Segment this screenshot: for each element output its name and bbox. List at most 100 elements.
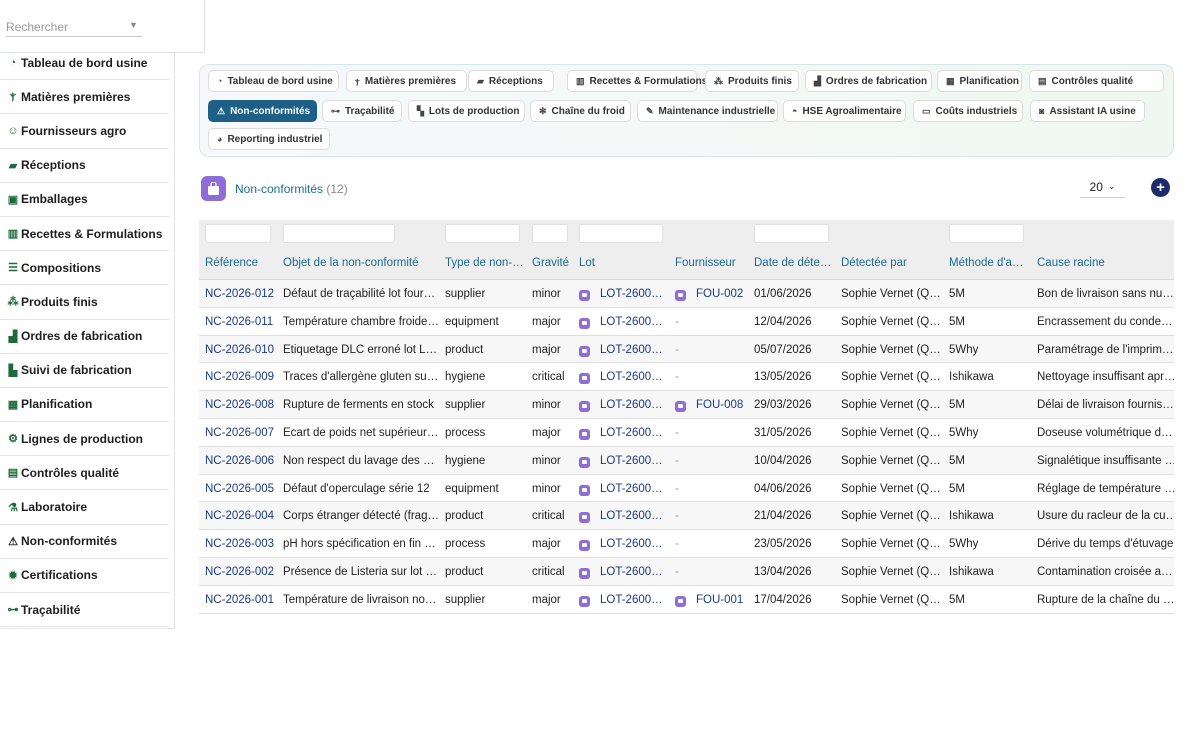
cell-lot[interactable]: LOT-260002 — [600, 566, 663, 578]
sidebar-item-laboratoire[interactable]: ⚗ Laboratoire — [0, 490, 169, 525]
tab-lots-de-production[interactable]: ▚ Lots de production — [408, 100, 525, 122]
tab-produits-finis[interactable]: ⁂ Produits finis — [705, 70, 799, 92]
cell-par: Sophie Vernet (QC) — [841, 315, 941, 328]
sidebar-item-receptions[interactable]: ▰ Réceptions — [0, 149, 169, 183]
cell-lot[interactable]: LOT-260006 — [600, 483, 663, 495]
tab-planification[interactable]: ▦ Planification — [937, 70, 1022, 92]
tab-controles-qualite[interactable]: ▤ Contrôles qualité — [1029, 70, 1164, 92]
tab-couts-industriels[interactable]: ▭ Coûts industriels — [913, 100, 1023, 122]
table-row[interactable]: NC-2026-010 Étiquetage DLC erroné lot LOT… — [199, 335, 1174, 364]
add-record-button[interactable]: + — [1151, 178, 1170, 197]
table-row[interactable]: NC-2026-003 pH hors spécification en fin … — [199, 530, 1174, 558]
tab-assistant-ia-usine[interactable]: ◙ Assistant IA usine — [1030, 100, 1145, 122]
column-filter-input[interactable] — [532, 224, 568, 243]
column-header[interactable]: Date de détection — [754, 257, 834, 269]
cell-ref[interactable]: NC-2026-008 — [205, 399, 275, 411]
search-input[interactable] — [6, 18, 142, 37]
cell-ref[interactable]: NC-2026-005 — [205, 483, 275, 495]
table-row[interactable]: NC-2026-002 Présence de Listeria sur lot … — [199, 558, 1174, 586]
cell-type: hygiene — [445, 371, 486, 384]
tab-tableau-de-bord-usine[interactable]: ◔ Tableau de bord usine — [208, 70, 339, 92]
cell-ref[interactable]: NC-2026-011 — [205, 316, 275, 328]
table-row[interactable]: NC-2026-001 Température de livraison non … — [199, 586, 1174, 614]
tab-non-conformites[interactable]: ⚠ Non-conformités — [208, 100, 317, 122]
tab-label: Chaîne du froid — [551, 105, 625, 117]
cell-lot[interactable]: LOT-260011 — [600, 344, 663, 356]
cell-ref[interactable]: NC-2026-003 — [205, 538, 275, 550]
column-filter-input[interactable] — [949, 224, 1024, 243]
sidebar-item-recettes-formulations[interactable]: ▥ Recettes & Formulations — [0, 217, 169, 252]
column-header[interactable]: Fournisseur — [675, 257, 747, 269]
page-size-select[interactable]: 20 ⌄ — [1080, 176, 1125, 198]
cell-ref[interactable]: NC-2026-007 — [205, 427, 275, 439]
cell-fournisseur[interactable]: FOU-008 — [696, 399, 747, 411]
tab-chaine-du-froid[interactable]: ✻ Chaîne du froid — [530, 100, 631, 122]
table-row[interactable]: NC-2026-005 Défaut d'operculage série 12 e… — [199, 475, 1174, 503]
cell-lot[interactable]: LOT-260005 — [600, 510, 663, 522]
tab-matieres-premieres[interactable]: ⲯ Matières premières — [346, 70, 467, 92]
table-row[interactable]: NC-2026-012 Défaut de traçabilité lot fou… — [199, 280, 1174, 308]
cell-ref[interactable]: NC-2026-009 — [205, 371, 275, 383]
cell-lot[interactable]: LOT-260009 — [600, 399, 663, 411]
cell-ref[interactable]: NC-2026-004 — [205, 510, 275, 522]
table-row[interactable]: NC-2026-007 Écart de poids net supérieur … — [199, 419, 1174, 447]
tab-label: Ordres de fabrication — [825, 75, 928, 87]
sidebar-item-matieres-premieres[interactable]: ⲯ Matières premières — [0, 80, 169, 115]
cell-ref[interactable]: NC-2026-002 — [205, 566, 275, 578]
column-header[interactable]: Gravité — [532, 257, 572, 269]
cell-ref[interactable]: NC-2026-001 — [205, 594, 275, 606]
cell-lot[interactable]: LOT-260003 — [600, 538, 663, 550]
column-header[interactable]: Détectée par — [841, 257, 941, 269]
column-header[interactable]: Méthode d'analyse — [949, 257, 1029, 269]
cell-lot[interactable]: LOT-260008 — [600, 427, 663, 439]
column-header[interactable]: Type de non-conformité — [445, 257, 525, 269]
column-header[interactable]: Objet de la non-conformité — [283, 257, 439, 269]
cell-lot[interactable]: LOT-260007 — [600, 455, 663, 467]
table-row[interactable]: NC-2026-009 Traces d'allergène gluten sur… — [199, 363, 1174, 392]
cell-fournisseur[interactable]: FOU-002 — [696, 288, 747, 300]
cell-par: Sophie Vernet (QC) — [841, 510, 941, 523]
cell-lot[interactable]: LOT-260010 — [600, 371, 663, 383]
sidebar-item-lignes-de-production[interactable]: ⚙ Lignes de production — [0, 422, 169, 457]
cell-methode: 5M — [949, 482, 965, 495]
cell-fournisseur[interactable]: FOU-001 — [696, 594, 747, 606]
sidebar-item-certifications[interactable]: ✹ Certifications — [0, 559, 169, 593]
table-row[interactable]: NC-2026-008 Rupture de ferments en stock s… — [199, 391, 1174, 419]
table-row[interactable]: NC-2026-004 Corps étranger détecté (fragm… — [199, 502, 1174, 531]
sidebar-item-non-conformites[interactable]: ⚠ Non-conformités — [0, 525, 169, 559]
table-row[interactable]: NC-2026-011 Température chambre froide ho… — [199, 308, 1174, 336]
cell-lot[interactable]: LOT-260001 — [600, 594, 663, 606]
chevron-down-icon[interactable]: ▼ — [129, 20, 138, 30]
sidebar-item-controles-qualite[interactable]: ▤ Contrôles qualité — [0, 456, 169, 491]
sidebar-item-produits-finis[interactable]: ⁂ Produits finis — [0, 285, 169, 320]
cell-lot[interactable]: LOT-260013 — [600, 316, 663, 328]
column-filter-input[interactable] — [445, 224, 520, 243]
sidebar-item-emballages[interactable]: ▣ Emballages — [0, 183, 169, 217]
sidebar-item-suivi-de-fabrication[interactable]: ▙ Suivi de fabrication — [0, 354, 169, 388]
tab-ordres-de-fabrication[interactable]: ▟ Ordres de fabrication — [805, 70, 932, 92]
column-filter-input[interactable] — [283, 224, 395, 243]
cell-lot[interactable]: LOT-260015 — [600, 288, 663, 300]
tab-hse-agroalimentaire[interactable]: ◓ HSE Agroalimentaire — [783, 100, 906, 122]
tab-label: Tableau de bord usine — [227, 75, 333, 87]
tab-receptions[interactable]: ▰ Réceptions — [468, 70, 554, 92]
table-row[interactable]: NC-2026-006 Non respect du lavage des mai… — [199, 446, 1174, 475]
tab-reporting-industriel[interactable]: ◕ Reporting industriel — [208, 128, 330, 150]
column-header[interactable]: Cause racine — [1037, 257, 1174, 269]
column-filter-input[interactable] — [579, 224, 663, 243]
sidebar-item-ordres-de-fabrication[interactable]: ▟ Ordres de fabrication — [0, 320, 169, 354]
cell-ref[interactable]: NC-2026-012 — [205, 288, 275, 300]
sidebar-item-compositions[interactable]: ☰ Compositions — [0, 251, 169, 286]
column-filter-input[interactable] — [754, 224, 829, 243]
column-header[interactable]: Lot — [579, 257, 663, 269]
column-header[interactable]: Référence — [205, 257, 275, 269]
sidebar-item-fournisseurs-agro[interactable]: ☺ Fournisseurs agro — [0, 114, 169, 149]
sidebar-item-planification[interactable]: ▦ Planification — [0, 388, 169, 423]
tab-recettes-formulations[interactable]: ▥ Recettes & Formulations — [567, 70, 707, 92]
column-filter-input[interactable] — [205, 224, 271, 243]
tab-maintenance-industrielle[interactable]: ✎ Maintenance industrielle — [637, 100, 778, 122]
cell-ref[interactable]: NC-2026-006 — [205, 455, 275, 467]
cell-ref[interactable]: NC-2026-010 — [205, 344, 275, 356]
tab-tracabilite[interactable]: ⊶ Traçabilité — [322, 100, 402, 122]
sidebar-item-tracabilite[interactable]: ⊶ Traçabilité — [0, 593, 169, 628]
